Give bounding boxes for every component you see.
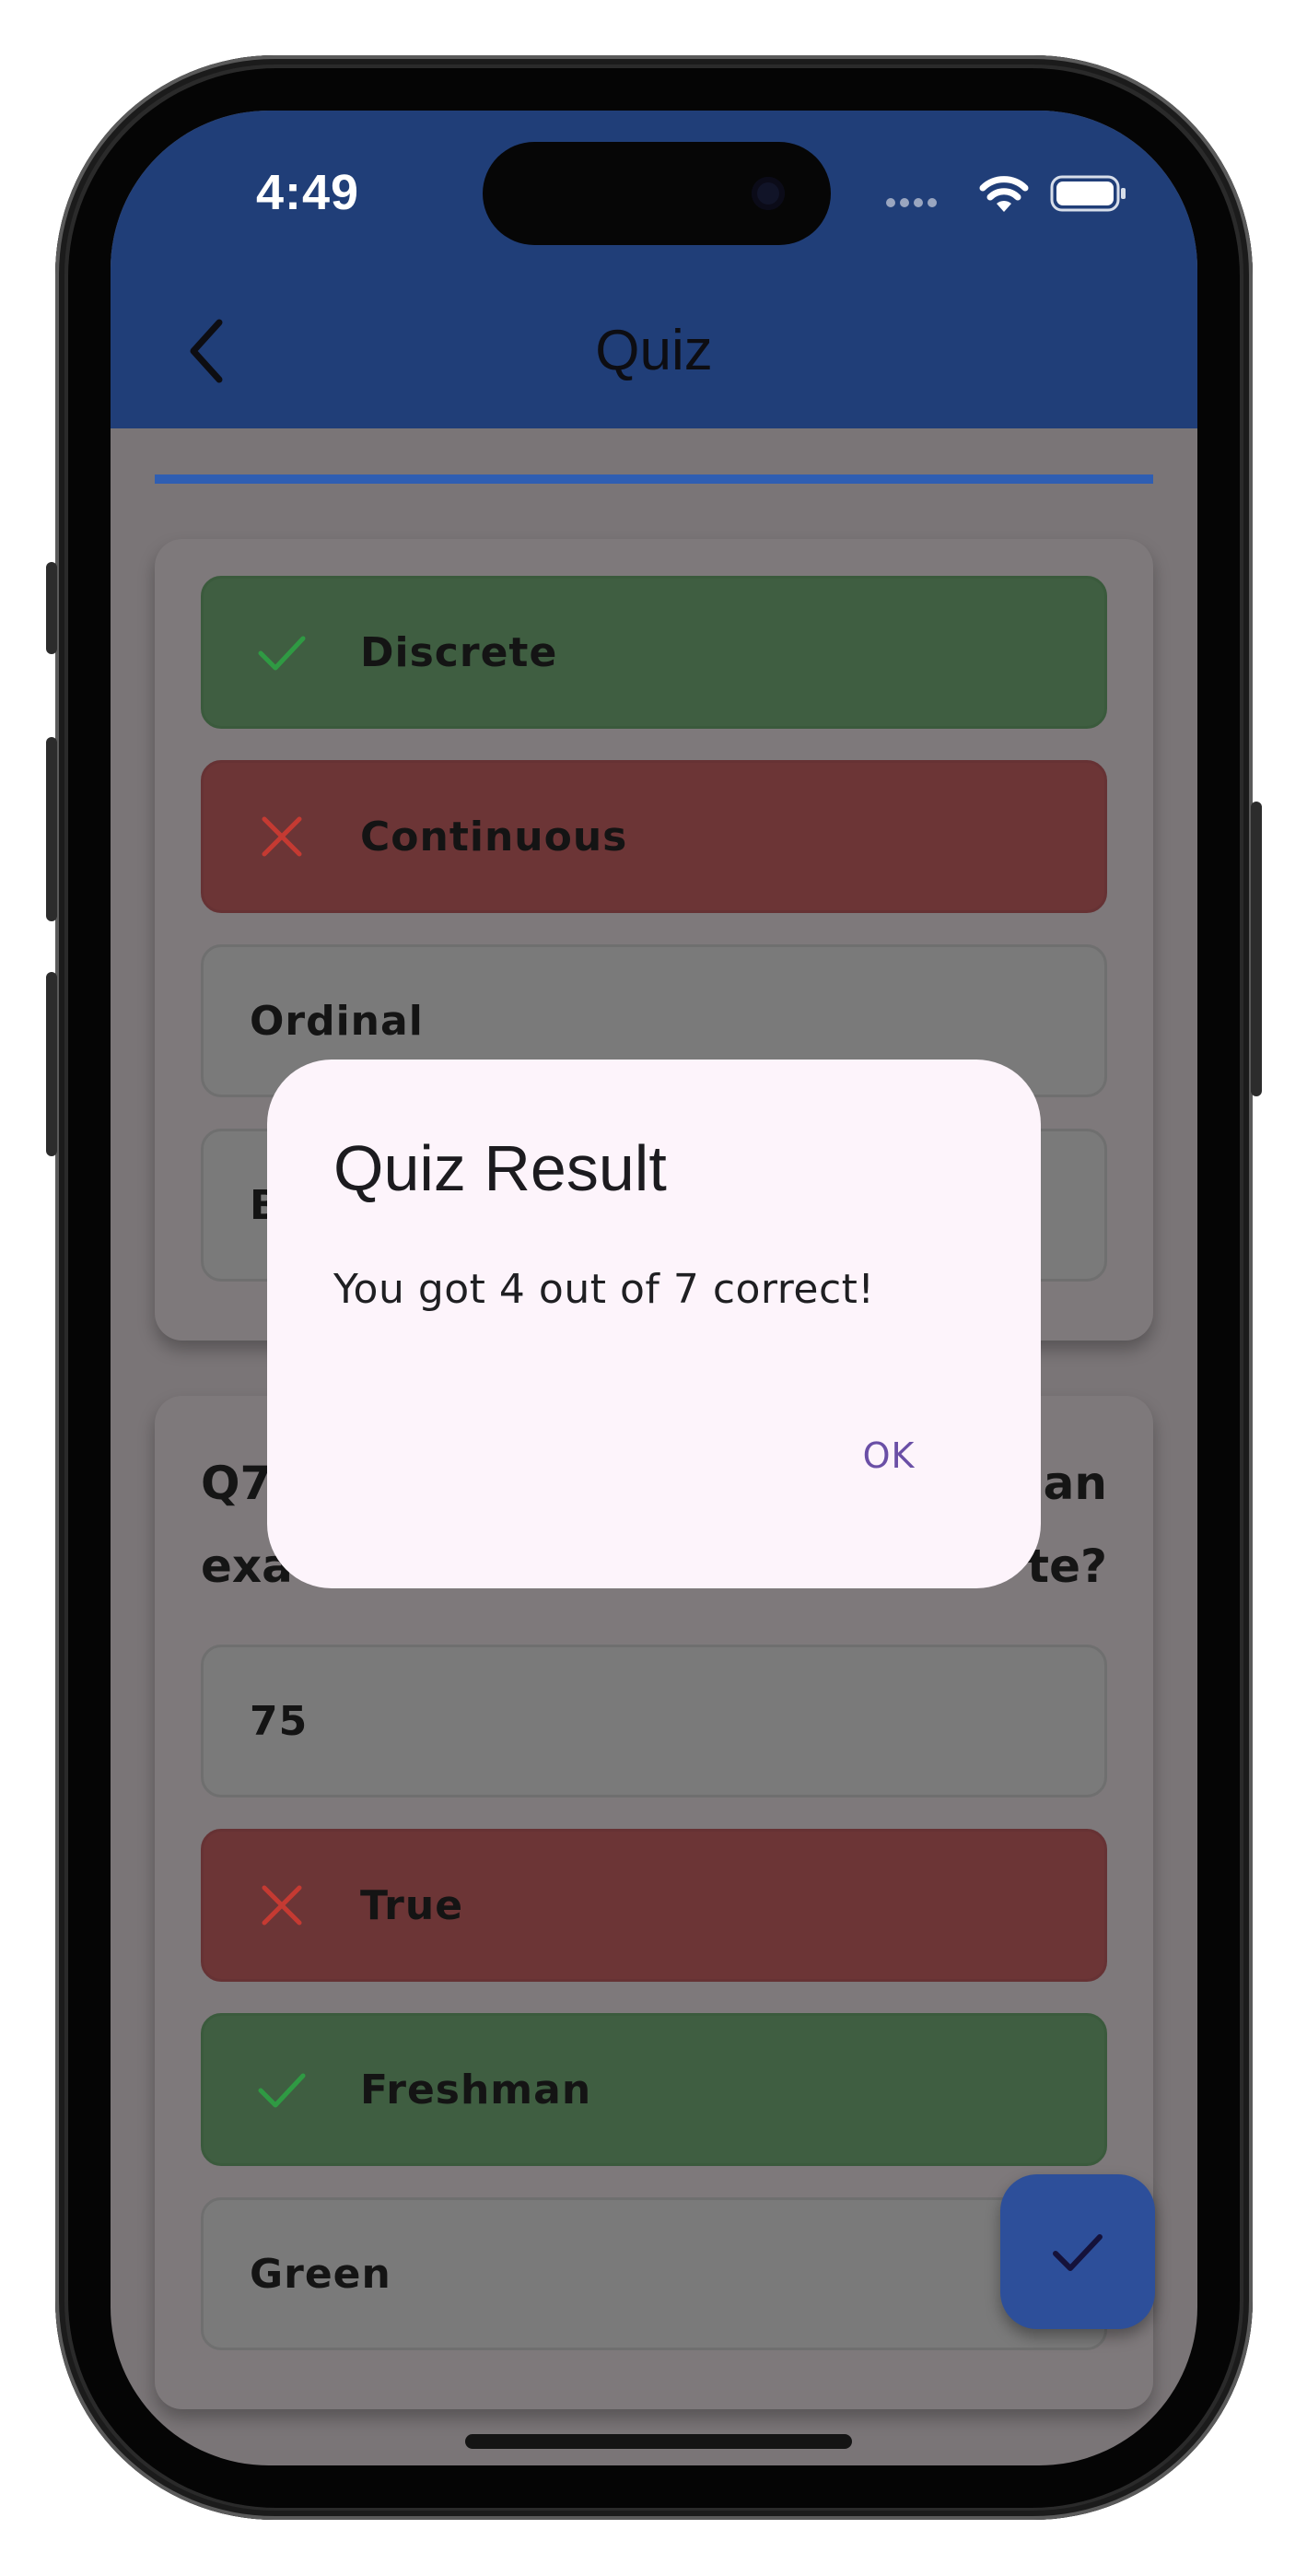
ok-button[interactable]: OK (811, 1417, 967, 1494)
check-icon (258, 2073, 306, 2108)
dialog-title: Quiz Result (333, 1132, 667, 1204)
answer-option-correct[interactable]: Discrete (201, 576, 1107, 729)
submit-fab[interactable] (1000, 2174, 1155, 2329)
dynamic-island (483, 142, 831, 245)
volume-up-button (46, 737, 57, 921)
volume-down-button (46, 972, 57, 1156)
app-bar: 4:49 Quiz (111, 111, 1197, 428)
question-text-end: an (1043, 1457, 1107, 1510)
power-button (1251, 802, 1262, 1096)
answer-option-label: 75 (250, 1697, 309, 1745)
answer-option-label: Green (250, 2250, 391, 2298)
close-icon (262, 1885, 302, 1926)
question-text-start: Q7 (201, 1457, 273, 1510)
screen: 4:49 Quiz Discrete Continuous Ordinal B … (111, 111, 1197, 2465)
status-time: 4:49 (256, 165, 360, 220)
check-icon (1053, 2234, 1103, 2271)
dialog-message: You got 4 out of 7 correct! (333, 1266, 875, 1313)
answer-option-label: Continuous (360, 813, 628, 861)
answer-option-wrong[interactable]: True (201, 1829, 1107, 1982)
answer-option-correct[interactable]: Freshman (201, 2013, 1107, 2166)
page-title: Quiz (595, 319, 713, 382)
close-icon (262, 816, 302, 857)
battery-icon (1050, 175, 1126, 212)
action-button (46, 562, 57, 654)
answer-option-label: Freshman (360, 2066, 592, 2113)
answer-option-label: True (360, 1881, 464, 1929)
quiz-progress-bar (155, 474, 1153, 484)
home-indicator[interactable] (465, 2434, 852, 2449)
answer-option[interactable]: Green (201, 2197, 1107, 2350)
answer-option[interactable]: 75 (201, 1645, 1107, 1797)
front-camera-icon (752, 177, 785, 210)
check-icon (258, 636, 306, 671)
wifi-icon (979, 176, 1029, 212)
quiz-result-dialog: Quiz Result You got 4 out of 7 correct! … (267, 1060, 1041, 1588)
answer-option-wrong[interactable]: Continuous (201, 760, 1107, 913)
answer-option-label: Discrete (360, 628, 558, 676)
status-icons (886, 171, 1126, 223)
cellular-signal-icon (886, 193, 947, 207)
answer-option-label: Ordinal (250, 997, 424, 1045)
